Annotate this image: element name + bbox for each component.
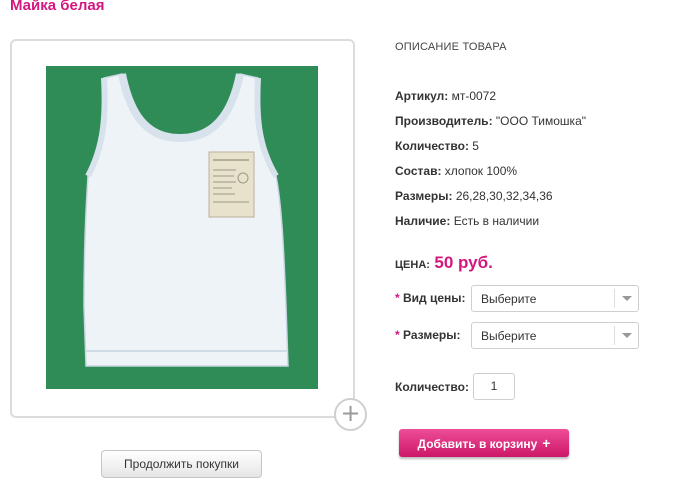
required-star: * — [395, 291, 400, 305]
spec-row-article: Артикул: мт-0072 — [395, 89, 496, 103]
chevron-down-icon[interactable] — [614, 326, 638, 345]
price-type-select[interactable]: Выберите — [471, 285, 639, 312]
continue-shopping-button[interactable]: Продолжить покупки — [101, 450, 262, 478]
product-title: Майка белая — [10, 0, 105, 14]
price-row: ЦЕНА: 50 руб. — [395, 253, 493, 273]
spec-row-sizes: Размеры: 26,28,30,32,34,36 — [395, 189, 553, 203]
chevron-down-icon[interactable] — [614, 289, 638, 308]
option-label-text: Вид цены: — [403, 291, 466, 305]
price-label: ЦЕНА: — [395, 259, 430, 271]
spec-value: "ООО Тимошка" — [495, 114, 587, 128]
spec-label: Артикул: — [395, 89, 449, 103]
spec-label: Производитель: — [395, 114, 493, 128]
spec-label: Размеры: — [395, 189, 453, 203]
spec-value: мт-0072 — [451, 89, 497, 103]
product-photo[interactable] — [46, 66, 318, 389]
plus-icon: + — [542, 435, 551, 451]
size-label: * Размеры: — [395, 328, 460, 342]
product-image-frame — [10, 39, 355, 418]
spec-row-availability: Наличие: Есть в наличии — [395, 214, 539, 228]
spec-row-manufacturer: Производитель: "ООО Тимошка" — [395, 114, 586, 128]
spec-value: хлопок 100% — [444, 164, 518, 178]
option-label-text: Размеры: — [403, 328, 461, 342]
size-select[interactable]: Выберите — [471, 322, 639, 349]
add-to-cart-button[interactable]: Добавить в корзину + — [399, 429, 569, 457]
quantity-label: Количество: — [395, 380, 469, 394]
select-value: Выберите — [481, 292, 537, 306]
zoom-plus-icon[interactable]: + — [334, 398, 367, 431]
spec-row-composition: Состав: хлопок 100% — [395, 164, 517, 178]
spec-value: 5 — [472, 139, 479, 153]
spec-label: Состав: — [395, 164, 442, 178]
spec-row-quantity: Количество: 5 — [395, 139, 479, 153]
select-value: Выберите — [481, 329, 537, 343]
spec-value: Есть в наличии — [453, 214, 540, 228]
quantity-input[interactable]: 1 — [473, 373, 515, 400]
spec-label: Количество: — [395, 139, 469, 153]
price-value: 50 руб. — [434, 253, 493, 272]
tank-top-image — [46, 66, 318, 389]
spec-label: Наличие: — [395, 214, 451, 228]
price-type-label: * Вид цены: — [395, 291, 466, 305]
description-heading: ОПИСАНИЕ ТОВАРА — [395, 41, 507, 53]
spec-value: 26,28,30,32,34,36 — [455, 189, 553, 203]
required-star: * — [395, 328, 400, 342]
add-to-cart-label: Добавить в корзину — [417, 437, 538, 451]
